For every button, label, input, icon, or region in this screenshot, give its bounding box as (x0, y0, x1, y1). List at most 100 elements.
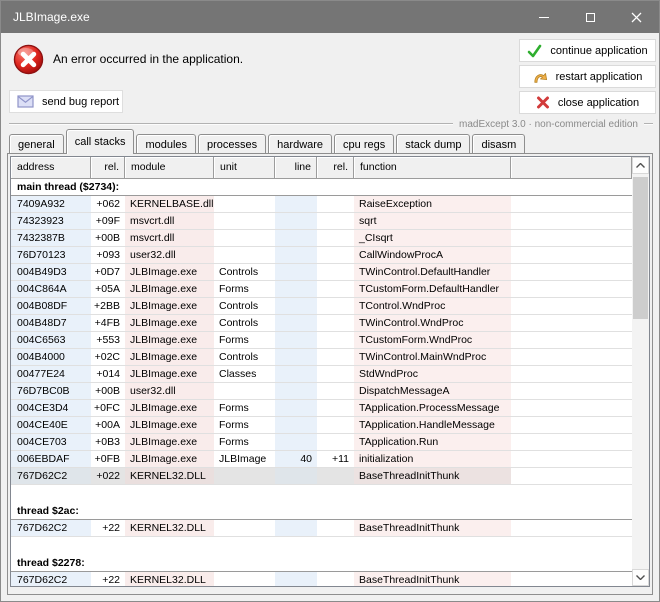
tab-processes[interactable]: processes (198, 134, 267, 154)
stack-row[interactable]: 004CE703 +0B3 JLBImage.exe Forms TApplicatio… (11, 434, 632, 451)
dialog-body: An error occurred in the application. co… (1, 33, 659, 601)
cell-module: JLBImage.exe (125, 349, 214, 365)
stack-row[interactable]: 004B08DF +2BB JLBImage.exe Controls TControl… (11, 298, 632, 315)
continue-application-button[interactable]: continue application (519, 39, 656, 62)
cell-address: 7409A932 (11, 196, 91, 212)
row-filler (511, 434, 632, 450)
stack-row[interactable]: 004B4000 +02C JLBImage.exe Controls TWinCont… (11, 349, 632, 366)
stack-row-main: 004B48D7 +4FB JLBImage.exe Controls TWinCont… (11, 315, 511, 331)
scroll-down-button[interactable] (632, 569, 649, 586)
row-filler (511, 298, 632, 314)
cell-module: JLBImage.exe (125, 417, 214, 433)
cell-rel2 (317, 400, 354, 416)
stack-row[interactable]: 004CE3D4 +0FC JLBImage.exe Forms TApplicatio… (11, 400, 632, 417)
stack-row[interactable]: 004C864A +05A JLBImage.exe Forms TCustomForm… (11, 281, 632, 298)
close-window-button[interactable] (613, 1, 659, 33)
cell-address: 76D7BC0B (11, 383, 91, 399)
scrollbar-thumb[interactable] (633, 177, 648, 319)
vertical-scrollbar[interactable] (632, 157, 649, 586)
cell-line (275, 366, 317, 382)
stack-row[interactable]: 004CE40E +00A JLBImage.exe Forms TApplicatio… (11, 417, 632, 434)
tab-cpu-regs[interactable]: cpu regs (334, 134, 395, 154)
cell-address: 767D62C2 (11, 572, 91, 586)
stack-row[interactable]: 004C6563 +553 JLBImage.exe Forms TCustomForm… (11, 332, 632, 349)
stack-row[interactable]: 00477E24 +014 JLBImage.exe Classes StdWndPro… (11, 366, 632, 383)
cell-rel2 (317, 468, 354, 484)
cell-address: 004C864A (11, 281, 91, 297)
cell-function: TCustomForm.DefaultHandler (354, 281, 511, 297)
cell-line (275, 434, 317, 450)
stack-row-main: 004C6563 +553 JLBImage.exe Forms TCustomForm… (11, 332, 511, 348)
envelope-icon (17, 95, 34, 108)
stack-row[interactable]: 767D62C2 +022 KERNEL32.DLL BaseThreadInitTh… (11, 468, 632, 485)
close-application-button[interactable]: close application (519, 91, 656, 114)
send-bug-report-button[interactable]: send bug report (9, 90, 123, 113)
cell-unit (214, 230, 275, 246)
cell-unit: JLBImage (219, 453, 267, 465)
cell-module: JLBImage.exe (125, 281, 214, 297)
table-body: main thread ($2734): 7409A932 +062 KERNELBA… (11, 179, 632, 586)
row-filler (511, 230, 632, 246)
stack-row[interactable]: 004B49D3 +0D7 JLBImage.exe Controls TWinCont… (11, 264, 632, 281)
cell-rel: +553 (96, 334, 120, 346)
titlebar: JLBImage.exe (1, 1, 659, 33)
cell-function: TCustomForm.WndProc (354, 332, 511, 348)
cell-module: KERNEL32.DLL (125, 468, 214, 484)
stack-row[interactable]: 76D7BC0B +00B user32.dll DispatchMessageA (11, 383, 632, 400)
stack-row[interactable]: 767D62C2 +22 KERNEL32.DLL BaseThreadInitThu… (11, 520, 632, 537)
cell-rel: +0D7 (94, 266, 120, 278)
cell-address: 004CE3D4 (11, 400, 91, 416)
restart-application-button[interactable]: restart application (519, 65, 656, 88)
cell-rel2 (317, 366, 354, 382)
stack-row[interactable]: 76D70123 +093 user32.dll CallWindowProcA (11, 247, 632, 264)
tab-call-stacks[interactable]: call stacks (65, 129, 135, 154)
maximize-button[interactable] (567, 1, 613, 33)
stack-row-main: 767D62C2 +022 KERNEL32.DLL BaseThreadInitTh… (11, 468, 511, 484)
row-filler (511, 315, 632, 331)
column-header-unit[interactable]: unit (214, 157, 275, 179)
stack-row-main: 004C864A +05A JLBImage.exe Forms TCustomForm… (11, 281, 511, 297)
tab-modules[interactable]: modules (136, 134, 197, 154)
column-header-rel[interactable]: rel. (91, 157, 125, 179)
stack-row-main: 006EBDAF +0FB JLBImage.exe JLBImage 40 +11 ini… (11, 451, 511, 467)
column-header-module[interactable]: module (125, 157, 214, 179)
row-filler (511, 383, 632, 399)
minimize-button[interactable] (521, 1, 567, 33)
cell-function: TWinControl.DefaultHandler (354, 264, 511, 280)
column-header-address[interactable]: address (11, 157, 91, 179)
cell-line (275, 315, 317, 331)
cell-function: BaseThreadInitThunk (354, 468, 511, 484)
stack-row[interactable]: 7432387B +00B msvcrt.dll _CIsqrt (11, 230, 632, 247)
scroll-up-button[interactable] (632, 157, 649, 174)
cell-rel: +00B (95, 232, 120, 244)
tab-stack-dump[interactable]: stack dump (396, 134, 471, 154)
cell-line (275, 417, 317, 433)
stack-row[interactable]: 74323923 +09F msvcrt.dll sqrt (11, 213, 632, 230)
stack-row-main: 004CE3D4 +0FC JLBImage.exe Forms TApplicatio… (11, 400, 511, 416)
stack-row-main: 76D7BC0B +00B user32.dll DispatchMessageA (11, 383, 511, 399)
tab-disasm[interactable]: disasm (472, 134, 526, 154)
cell-function: CallWindowProcA (354, 247, 511, 263)
restart-arrow-icon (533, 72, 547, 83)
cell-unit (214, 383, 275, 399)
stack-row[interactable]: 004B48D7 +4FB JLBImage.exe Controls TWinCont… (11, 315, 632, 332)
thread-group-header: thread $2ac: (11, 503, 632, 520)
column-header-line[interactable]: line (275, 157, 317, 179)
stack-row[interactable]: 767D62C2 +22 KERNEL32.DLL BaseThreadInitThu… (11, 572, 632, 586)
stack-row[interactable]: 006EBDAF +0FB JLBImage.exe JLBImage 40 +11 ini… (11, 451, 632, 468)
column-header-function[interactable]: function (354, 157, 511, 179)
stack-row[interactable]: 7409A932 +062 KERNELBASE.dll RaiseException (11, 196, 632, 213)
call-stack-table: address rel. module unit line rel. function ma… (10, 156, 650, 587)
cell-line (275, 332, 317, 348)
cell-address: 7432387B (11, 230, 91, 246)
tab-general[interactable]: general (9, 134, 64, 154)
cell-module: JLBImage.exe (125, 434, 214, 450)
column-header-rel[interactable]: rel. (317, 157, 354, 179)
cell-address: 00477E24 (11, 366, 91, 382)
error-message: An error occurred in the application. (53, 52, 244, 66)
cell-function: StdWndProc (354, 366, 511, 382)
cell-function: DispatchMessageA (354, 383, 511, 399)
tab-hardware[interactable]: hardware (268, 134, 333, 154)
cell-rel: +014 (96, 368, 120, 380)
cell-line (275, 468, 317, 484)
